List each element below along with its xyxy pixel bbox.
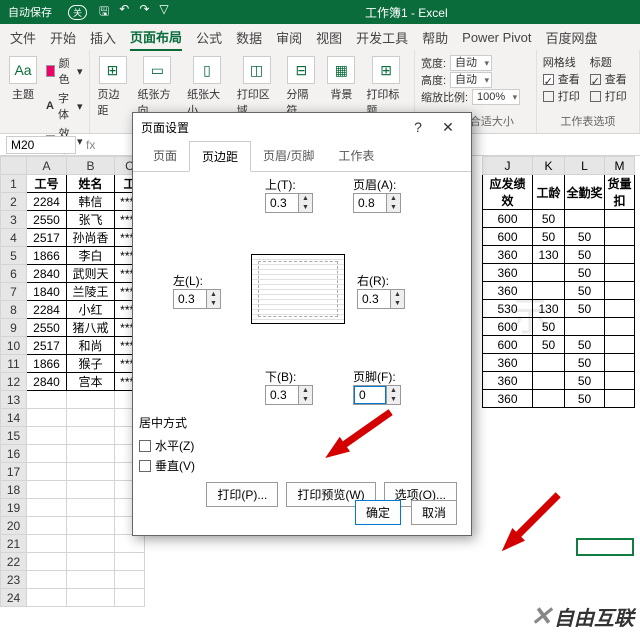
themes-icon: Aa: [9, 56, 37, 84]
background-icon: ▦: [327, 56, 355, 84]
header-label: 页眉(A):: [353, 178, 396, 192]
center-title: 居中方式: [139, 414, 195, 431]
breaks-button[interactable]: ⊟分隔符: [284, 54, 318, 120]
tab-pagelayout[interactable]: 页面布局: [130, 24, 182, 51]
dlgtab-margins[interactable]: 页边距: [189, 141, 251, 172]
sheetopt-group-label: 工作表选项: [543, 113, 633, 129]
document-title: 工作簿1 - Excel: [181, 4, 632, 21]
margins-icon: ⊞: [99, 56, 127, 84]
left-spinner[interactable]: ▲▼: [173, 289, 221, 309]
undo-icon[interactable]: ↶: [119, 2, 129, 23]
scale-label: 缩放比例:: [421, 89, 468, 105]
dialog-tabs: 页面 页边距 页眉/页脚 工作表: [133, 141, 471, 172]
printarea-button[interactable]: ◫打印区域: [235, 54, 279, 120]
quick-access: 🖫 ↶ ↷ ▽: [99, 2, 169, 23]
autosave-toggle[interactable]: 关: [68, 5, 87, 20]
orientation-button[interactable]: ▭纸张方向: [136, 54, 180, 120]
cell-selection: [576, 538, 634, 556]
dialog-title: 页面设置: [141, 119, 403, 136]
header-spinner[interactable]: ▲▼: [353, 193, 401, 213]
print-button[interactable]: 打印(P)...: [206, 482, 278, 507]
name-box[interactable]: [6, 136, 76, 154]
printtitles-button[interactable]: ⊞打印标题: [364, 54, 408, 120]
tab-dev[interactable]: 开发工具: [356, 25, 408, 50]
top-spinner[interactable]: ▲▼: [265, 193, 313, 213]
tab-home[interactable]: 开始: [50, 25, 76, 50]
left-label: 左(L):: [173, 274, 203, 288]
tab-help[interactable]: 帮助: [422, 25, 448, 50]
page-setup-dialog: 页面设置 ? ✕ 页面 页边距 页眉/页脚 工作表 上(T):▲▼ 页眉(A):…: [132, 112, 472, 536]
redo-icon[interactable]: ↷: [139, 2, 149, 23]
tab-file[interactable]: 文件: [10, 25, 36, 50]
tab-view[interactable]: 视图: [316, 25, 342, 50]
gridlines-label: 网格线: [543, 54, 580, 70]
head-view-checkbox[interactable]: ✓: [590, 74, 601, 85]
footer-spinner[interactable]: ▲▼: [353, 385, 401, 405]
printtitles-icon: ⊞: [372, 56, 400, 84]
center-v-checkbox[interactable]: [139, 460, 151, 472]
size-icon: ▯: [193, 56, 221, 84]
top-label: 上(T):: [265, 178, 296, 192]
bottom-label: 下(B):: [265, 370, 296, 384]
margins-button[interactable]: ⊞页边距: [96, 54, 130, 120]
bottom-spinner[interactable]: ▲▼: [265, 385, 313, 405]
right-spinner[interactable]: ▲▼: [357, 289, 405, 309]
margin-preview: [251, 254, 345, 324]
tab-baidu[interactable]: 百度网盘: [546, 25, 598, 50]
size-button[interactable]: ▯纸张大小: [185, 54, 229, 120]
save-icon[interactable]: 🖫: [99, 2, 109, 23]
grid-print-checkbox[interactable]: [543, 91, 554, 102]
close-icon[interactable]: ✕: [433, 119, 463, 136]
tab-powerpivot[interactable]: Power Pivot: [462, 27, 531, 48]
tab-data[interactable]: 数据: [236, 25, 262, 50]
dlgtab-sheet[interactable]: 工作表: [326, 141, 386, 171]
colors-button[interactable]: 颜色 ▾: [46, 55, 83, 87]
watermark: ✕自由互联: [530, 601, 634, 632]
height-combo[interactable]: 自动: [450, 72, 492, 88]
cancel-button[interactable]: 取消: [411, 500, 457, 525]
fonts-button[interactable]: A字体 ▾: [46, 90, 83, 122]
head-print-checkbox[interactable]: [590, 91, 601, 102]
headings-label: 标题: [590, 54, 627, 70]
scale-combo[interactable]: 100%: [472, 89, 520, 105]
width-combo[interactable]: 自动: [450, 55, 492, 71]
ok-button[interactable]: 确定: [355, 500, 401, 525]
background-button[interactable]: ▦背景: [324, 54, 358, 104]
tab-review[interactable]: 审阅: [276, 25, 302, 50]
fx-icon[interactable]: fx: [86, 138, 95, 152]
menu-bar: 文件 开始 插入 页面布局 公式 数据 审阅 视图 开发工具 帮助 Power …: [0, 24, 640, 50]
title-bar: 自动保存 关 🖫 ↶ ↷ ▽ 工作簿1 - Excel: [0, 0, 640, 24]
autosave-label: 自动保存: [8, 4, 52, 20]
tab-insert[interactable]: 插入: [90, 25, 116, 50]
orientation-icon: ▭: [143, 56, 171, 84]
breaks-icon: ⊟: [287, 56, 315, 84]
tab-formulas[interactable]: 公式: [196, 25, 222, 50]
center-h-checkbox[interactable]: [139, 440, 151, 452]
right-label: 右(R):: [357, 274, 389, 288]
dlgtab-headerfooter[interactable]: 页眉/页脚: [251, 141, 326, 171]
printarea-icon: ◫: [243, 56, 271, 84]
grid-view-checkbox[interactable]: ✓: [543, 74, 554, 85]
themes-button[interactable]: Aa主题: [6, 54, 40, 104]
height-label: 高度:: [421, 72, 446, 88]
footer-label: 页脚(F):: [353, 370, 396, 384]
right-columns: JKLM 应发绩效工龄全勤奖货量扣 6005060050503601305036…: [482, 156, 635, 408]
help-icon[interactable]: ?: [403, 119, 433, 135]
width-label: 宽度:: [421, 55, 446, 71]
filter-icon[interactable]: ▽: [159, 2, 168, 23]
dlgtab-page[interactable]: 页面: [141, 141, 189, 171]
